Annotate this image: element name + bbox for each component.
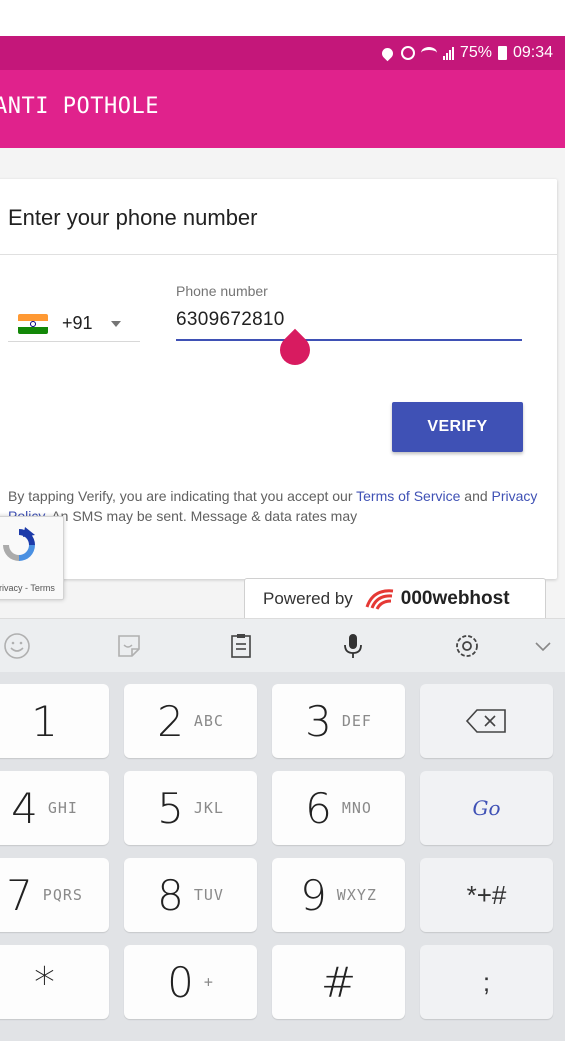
key-9[interactable]: 9 WXYZ: [272, 858, 405, 932]
location-icon: [379, 45, 396, 61]
country-selector[interactable]: +91: [8, 306, 140, 342]
key-6[interactable]: 6 MNO: [272, 771, 405, 845]
key-5[interactable]: 5 JKL: [124, 771, 257, 845]
symbols-key[interactable]: *+#: [420, 858, 553, 932]
phone-number-label: Phone number: [176, 283, 268, 299]
top-margin: [0, 0, 565, 36]
phone-auth-card: Enter your phone number +91 Phone number…: [0, 179, 557, 579]
signal-icon: [442, 46, 454, 60]
key-7[interactable]: 7 PQRS: [0, 858, 109, 932]
emoji-icon[interactable]: [2, 631, 32, 661]
000webhost-logo-icon: [365, 588, 393, 610]
brand-name: 000webhost: [400, 587, 510, 609]
numeric-keyboard: 1 2 ABC 3 DEF 4 GHI 5 JKL 6 MNO Go 7 PQR…: [0, 672, 565, 1041]
key-0[interactable]: 0 +: [124, 945, 257, 1019]
phone-number-input[interactable]: 6309672810: [176, 309, 285, 331]
status-bar: 75% 09:34: [0, 36, 565, 70]
powered-by-text: Powered by: [263, 588, 353, 608]
app-bar: ANTI POTHOLE: [0, 70, 565, 148]
backspace-key[interactable]: [420, 684, 553, 758]
key-4[interactable]: 4 GHI: [0, 771, 109, 845]
clipboard-icon[interactable]: [226, 631, 256, 661]
go-key[interactable]: Go: [420, 771, 553, 845]
keyboard-toolbar: [0, 618, 565, 672]
terms-of-service-link[interactable]: Terms of Service: [356, 488, 460, 504]
asterisk-key[interactable]: *: [0, 945, 109, 1019]
battery-percent: 75%: [459, 44, 492, 61]
legal-text: By tapping Verify, you are indicating th…: [8, 488, 538, 524]
wifi-icon: [420, 47, 437, 59]
text-cursor-handle[interactable]: [273, 328, 317, 372]
status-indicators: 75% 09:34: [379, 44, 553, 62]
recaptcha-icon: [3, 527, 35, 561]
sticker-icon[interactable]: [114, 631, 144, 661]
key-3[interactable]: 3 DEF: [272, 684, 405, 758]
app-title: ANTI POTHOLE: [0, 94, 159, 119]
key-8[interactable]: 8 TUV: [124, 858, 257, 932]
verify-button[interactable]: VERIFY: [392, 402, 523, 452]
collapse-icon[interactable]: [528, 631, 558, 661]
country-code: +91: [62, 313, 93, 333]
powered-by-banner[interactable]: Powered by 000webhost: [244, 578, 546, 618]
microphone-icon[interactable]: [338, 631, 368, 661]
india-flag-icon: [18, 313, 48, 334]
recaptcha-badge[interactable]: Privacy - Terms: [0, 516, 64, 600]
hash-key[interactable]: #: [272, 945, 405, 1019]
recaptcha-links[interactable]: Privacy - Terms: [0, 583, 55, 593]
key-1[interactable]: 1: [0, 684, 109, 758]
settings-icon[interactable]: [452, 631, 482, 661]
dropdown-arrow-icon: [110, 320, 121, 327]
phone-input-underline: [176, 339, 522, 341]
card-divider: [0, 254, 557, 255]
clock: 09:34: [512, 44, 553, 61]
backspace-icon: [465, 709, 506, 733]
semicolon-key[interactable]: ;: [420, 945, 553, 1019]
battery-icon: [497, 46, 507, 60]
alarm-icon: [400, 46, 415, 60]
key-2[interactable]: 2 ABC: [124, 684, 257, 758]
card-title: Enter your phone number: [8, 205, 258, 230]
